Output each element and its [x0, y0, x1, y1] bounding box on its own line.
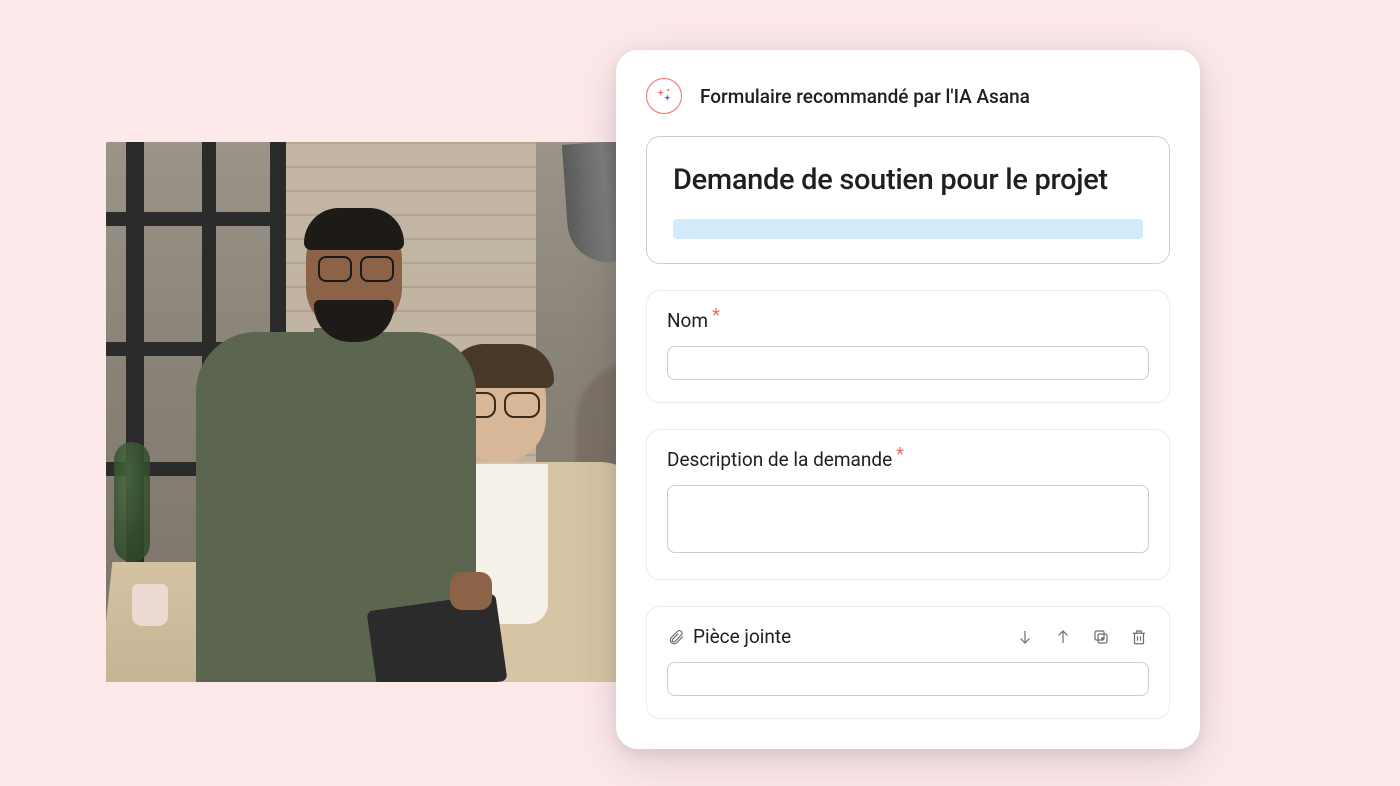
name-label-text: Nom	[667, 309, 708, 332]
description-field-label: Description de la demande *	[667, 448, 1149, 471]
card-header-title: Formulaire recommandé par l'IA Asana	[700, 85, 1030, 108]
form-description-placeholder	[673, 219, 1143, 239]
arrow-down-icon[interactable]	[1015, 627, 1035, 647]
required-indicator: *	[712, 307, 720, 325]
form-title-block[interactable]: Demande de soutien pour le projet	[646, 136, 1170, 264]
field-action-row	[1015, 627, 1149, 647]
required-indicator: *	[896, 446, 904, 464]
ai-form-card: Formulaire recommandé par l'IA Asana Dem…	[616, 50, 1200, 749]
ai-sparkle-icon	[646, 78, 682, 114]
description-input[interactable]	[667, 485, 1149, 553]
paperclip-icon	[667, 628, 685, 646]
name-field-block: Nom *	[646, 290, 1170, 403]
description-label-text: Description de la demande	[667, 448, 892, 471]
duplicate-icon[interactable]	[1091, 627, 1111, 647]
trash-icon[interactable]	[1129, 627, 1149, 647]
attachment-field-block: Pièce jointe	[646, 606, 1170, 719]
hero-photo	[106, 142, 676, 682]
attachment-label: Pièce jointe	[693, 625, 791, 648]
name-field-label: Nom *	[667, 309, 1149, 332]
description-field-block: Description de la demande *	[646, 429, 1170, 580]
name-input[interactable]	[667, 346, 1149, 380]
attachment-input[interactable]	[667, 662, 1149, 696]
card-header: Formulaire recommandé par l'IA Asana	[646, 78, 1170, 114]
form-title: Demande de soutien pour le projet	[673, 163, 1143, 197]
arrow-up-icon[interactable]	[1053, 627, 1073, 647]
